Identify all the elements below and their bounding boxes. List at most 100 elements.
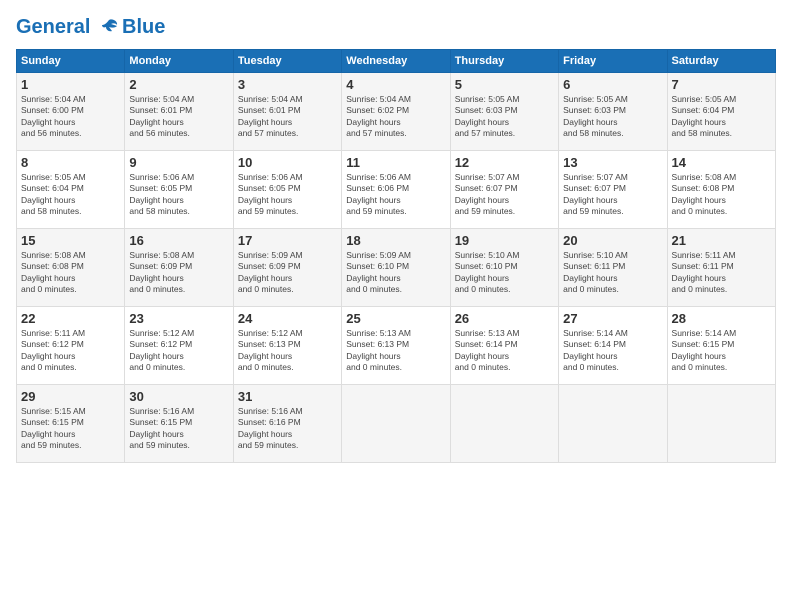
weekday-header-thursday: Thursday — [450, 50, 558, 73]
weekday-header-saturday: Saturday — [667, 50, 775, 73]
day-info: Sunrise: 5:16 AMSunset: 6:15 PMDaylight … — [129, 406, 228, 452]
calendar-day-cell: 19 Sunrise: 5:10 AMSunset: 6:10 PMDayligh… — [450, 229, 558, 307]
day-info: Sunrise: 5:09 AMSunset: 6:10 PMDaylight … — [346, 250, 445, 296]
calendar-day-cell: 25 Sunrise: 5:13 AMSunset: 6:13 PMDayligh… — [342, 307, 450, 385]
calendar-day-cell: 3Sunrise: 5:04 AMSunset: 6:01 PMDaylight… — [233, 73, 341, 151]
day-number: 10 — [238, 155, 337, 170]
day-number: 14 — [672, 155, 771, 170]
day-number: 5 — [455, 77, 554, 92]
calendar-day-cell: 15 Sunrise: 5:08 AMSunset: 6:08 PMDayligh… — [17, 229, 125, 307]
day-info: Sunrise: 5:08 AMSunset: 6:09 PMDaylight … — [129, 250, 228, 296]
calendar-week-row: 22 Sunrise: 5:11 AMSunset: 6:12 PMDayligh… — [17, 307, 776, 385]
day-number: 18 — [346, 233, 445, 248]
day-number: 6 — [563, 77, 662, 92]
day-info: Sunrise: 5:08 AMSunset: 6:08 PMDaylight … — [21, 250, 120, 296]
calendar-week-row: 15 Sunrise: 5:08 AMSunset: 6:08 PMDayligh… — [17, 229, 776, 307]
day-number: 27 — [563, 311, 662, 326]
day-number: 17 — [238, 233, 337, 248]
calendar-day-cell: 5 Sunrise: 5:05 AMSunset: 6:03 PMDaylight… — [450, 73, 558, 151]
day-info: Sunrise: 5:07 AMSunset: 6:07 PMDaylight … — [455, 172, 554, 218]
day-number: 9 — [129, 155, 228, 170]
calendar-day-cell: 2 Sunrise: 5:04 AMSunset: 6:01 PMDaylight… — [125, 73, 233, 151]
calendar-day-cell: 22 Sunrise: 5:11 AMSunset: 6:12 PMDayligh… — [17, 307, 125, 385]
day-number: 19 — [455, 233, 554, 248]
calendar-day-cell: 4 Sunrise: 5:04 AMSunset: 6:02 PMDaylight… — [342, 73, 450, 151]
calendar-day-cell: 29Sunrise: 5:15 AMSunset: 6:15 PMDayligh… — [17, 385, 125, 463]
day-info: Sunrise: 5:11 AMSunset: 6:12 PMDaylight … — [21, 328, 120, 374]
calendar-body: 1 Sunrise: 5:04 AMSunset: 6:00 PMDaylight… — [17, 73, 776, 463]
calendar-day-cell: 13 Sunrise: 5:07 AMSunset: 6:07 PMDayligh… — [559, 151, 667, 229]
day-number: 3 — [238, 77, 337, 92]
calendar-day-cell: 9 Sunrise: 5:06 AMSunset: 6:05 PMDaylight… — [125, 151, 233, 229]
calendar-day-cell: 14Sunrise: 5:08 AMSunset: 6:08 PMDayligh… — [667, 151, 775, 229]
calendar-day-cell: 23 Sunrise: 5:12 AMSunset: 6:12 PMDayligh… — [125, 307, 233, 385]
day-number: 4 — [346, 77, 445, 92]
logo: General Blue — [16, 16, 165, 39]
day-info: Sunrise: 5:04 AMSunset: 6:01 PMDaylight … — [129, 94, 228, 140]
logo-blue: Blue — [122, 16, 165, 39]
day-number: 2 — [129, 77, 228, 92]
day-number: 30 — [129, 389, 228, 404]
day-info: Sunrise: 5:04 AMSunset: 6:02 PMDaylight … — [346, 94, 445, 140]
day-number: 16 — [129, 233, 228, 248]
day-number: 13 — [563, 155, 662, 170]
day-info: Sunrise: 5:12 AMSunset: 6:12 PMDaylight … — [129, 328, 228, 374]
header: General Blue — [16, 16, 776, 39]
calendar-day-cell: 16 Sunrise: 5:08 AMSunset: 6:09 PMDayligh… — [125, 229, 233, 307]
weekday-header-row: SundayMondayTuesdayWednesdayThursdayFrid… — [17, 50, 776, 73]
calendar-week-row: 1 Sunrise: 5:04 AMSunset: 6:00 PMDaylight… — [17, 73, 776, 151]
calendar-day-cell — [667, 385, 775, 463]
day-info: Sunrise: 5:15 AMSunset: 6:15 PMDaylight … — [21, 406, 120, 452]
calendar-header: SundayMondayTuesdayWednesdayThursdayFrid… — [17, 50, 776, 73]
day-info: Sunrise: 5:12 AMSunset: 6:13 PMDaylight … — [238, 328, 337, 374]
calendar-day-cell: 11 Sunrise: 5:06 AMSunset: 6:06 PMDayligh… — [342, 151, 450, 229]
day-info: Sunrise: 5:10 AMSunset: 6:11 PMDaylight … — [563, 250, 662, 296]
calendar-day-cell: 12 Sunrise: 5:07 AMSunset: 6:07 PMDayligh… — [450, 151, 558, 229]
day-info: Sunrise: 5:14 AMSunset: 6:14 PMDaylight … — [563, 328, 662, 374]
day-info: Sunrise: 5:05 AMSunset: 6:03 PMDaylight … — [455, 94, 554, 140]
logo-text: General Blue — [16, 16, 165, 39]
day-number: 22 — [21, 311, 120, 326]
calendar-day-cell: 30 Sunrise: 5:16 AMSunset: 6:15 PMDayligh… — [125, 385, 233, 463]
calendar-day-cell: 31Sunrise: 5:16 AMSunset: 6:16 PMDayligh… — [233, 385, 341, 463]
calendar-table: SundayMondayTuesdayWednesdayThursdayFrid… — [16, 49, 776, 463]
day-info: Sunrise: 5:14 AMSunset: 6:15 PMDaylight … — [672, 328, 771, 374]
calendar-day-cell: 8Sunrise: 5:05 AMSunset: 6:04 PMDaylight… — [17, 151, 125, 229]
day-number: 1 — [21, 77, 120, 92]
calendar-container: General Blue SundayMondayTuesdayWednesda… — [0, 0, 792, 473]
calendar-day-cell: 17Sunrise: 5:09 AMSunset: 6:09 PMDayligh… — [233, 229, 341, 307]
calendar-day-cell: 6 Sunrise: 5:05 AMSunset: 6:03 PMDaylight… — [559, 73, 667, 151]
day-number: 24 — [238, 311, 337, 326]
weekday-header-sunday: Sunday — [17, 50, 125, 73]
day-info: Sunrise: 5:10 AMSunset: 6:10 PMDaylight … — [455, 250, 554, 296]
day-info: Sunrise: 5:13 AMSunset: 6:13 PMDaylight … — [346, 328, 445, 374]
weekday-header-tuesday: Tuesday — [233, 50, 341, 73]
calendar-day-cell — [450, 385, 558, 463]
day-number: 25 — [346, 311, 445, 326]
day-info: Sunrise: 5:06 AMSunset: 6:05 PMDaylight … — [129, 172, 228, 218]
calendar-day-cell: 1 Sunrise: 5:04 AMSunset: 6:00 PMDaylight… — [17, 73, 125, 151]
calendar-day-cell: 26Sunrise: 5:13 AMSunset: 6:14 PMDayligh… — [450, 307, 558, 385]
day-number: 11 — [346, 155, 445, 170]
day-number: 8 — [21, 155, 120, 170]
calendar-day-cell — [559, 385, 667, 463]
day-info: Sunrise: 5:07 AMSunset: 6:07 PMDaylight … — [563, 172, 662, 218]
day-info: Sunrise: 5:06 AMSunset: 6:05 PMDaylight … — [238, 172, 337, 218]
day-info: Sunrise: 5:04 AMSunset: 6:00 PMDaylight … — [21, 94, 120, 140]
day-info: Sunrise: 5:05 AMSunset: 6:03 PMDaylight … — [563, 94, 662, 140]
weekday-header-wednesday: Wednesday — [342, 50, 450, 73]
calendar-day-cell: 7Sunrise: 5:05 AMSunset: 6:04 PMDaylight… — [667, 73, 775, 151]
calendar-day-cell — [342, 385, 450, 463]
day-number: 20 — [563, 233, 662, 248]
day-number: 12 — [455, 155, 554, 170]
calendar-week-row: 8Sunrise: 5:05 AMSunset: 6:04 PMDaylight… — [17, 151, 776, 229]
calendar-day-cell: 27 Sunrise: 5:14 AMSunset: 6:14 PMDayligh… — [559, 307, 667, 385]
calendar-day-cell: 18 Sunrise: 5:09 AMSunset: 6:10 PMDayligh… — [342, 229, 450, 307]
day-number: 23 — [129, 311, 228, 326]
calendar-day-cell: 24 Sunrise: 5:12 AMSunset: 6:13 PMDayligh… — [233, 307, 341, 385]
day-info: Sunrise: 5:06 AMSunset: 6:06 PMDaylight … — [346, 172, 445, 218]
day-number: 15 — [21, 233, 120, 248]
day-info: Sunrise: 5:13 AMSunset: 6:14 PMDaylight … — [455, 328, 554, 374]
logo-bird-icon — [98, 17, 120, 39]
calendar-day-cell: 21Sunrise: 5:11 AMSunset: 6:11 PMDayligh… — [667, 229, 775, 307]
